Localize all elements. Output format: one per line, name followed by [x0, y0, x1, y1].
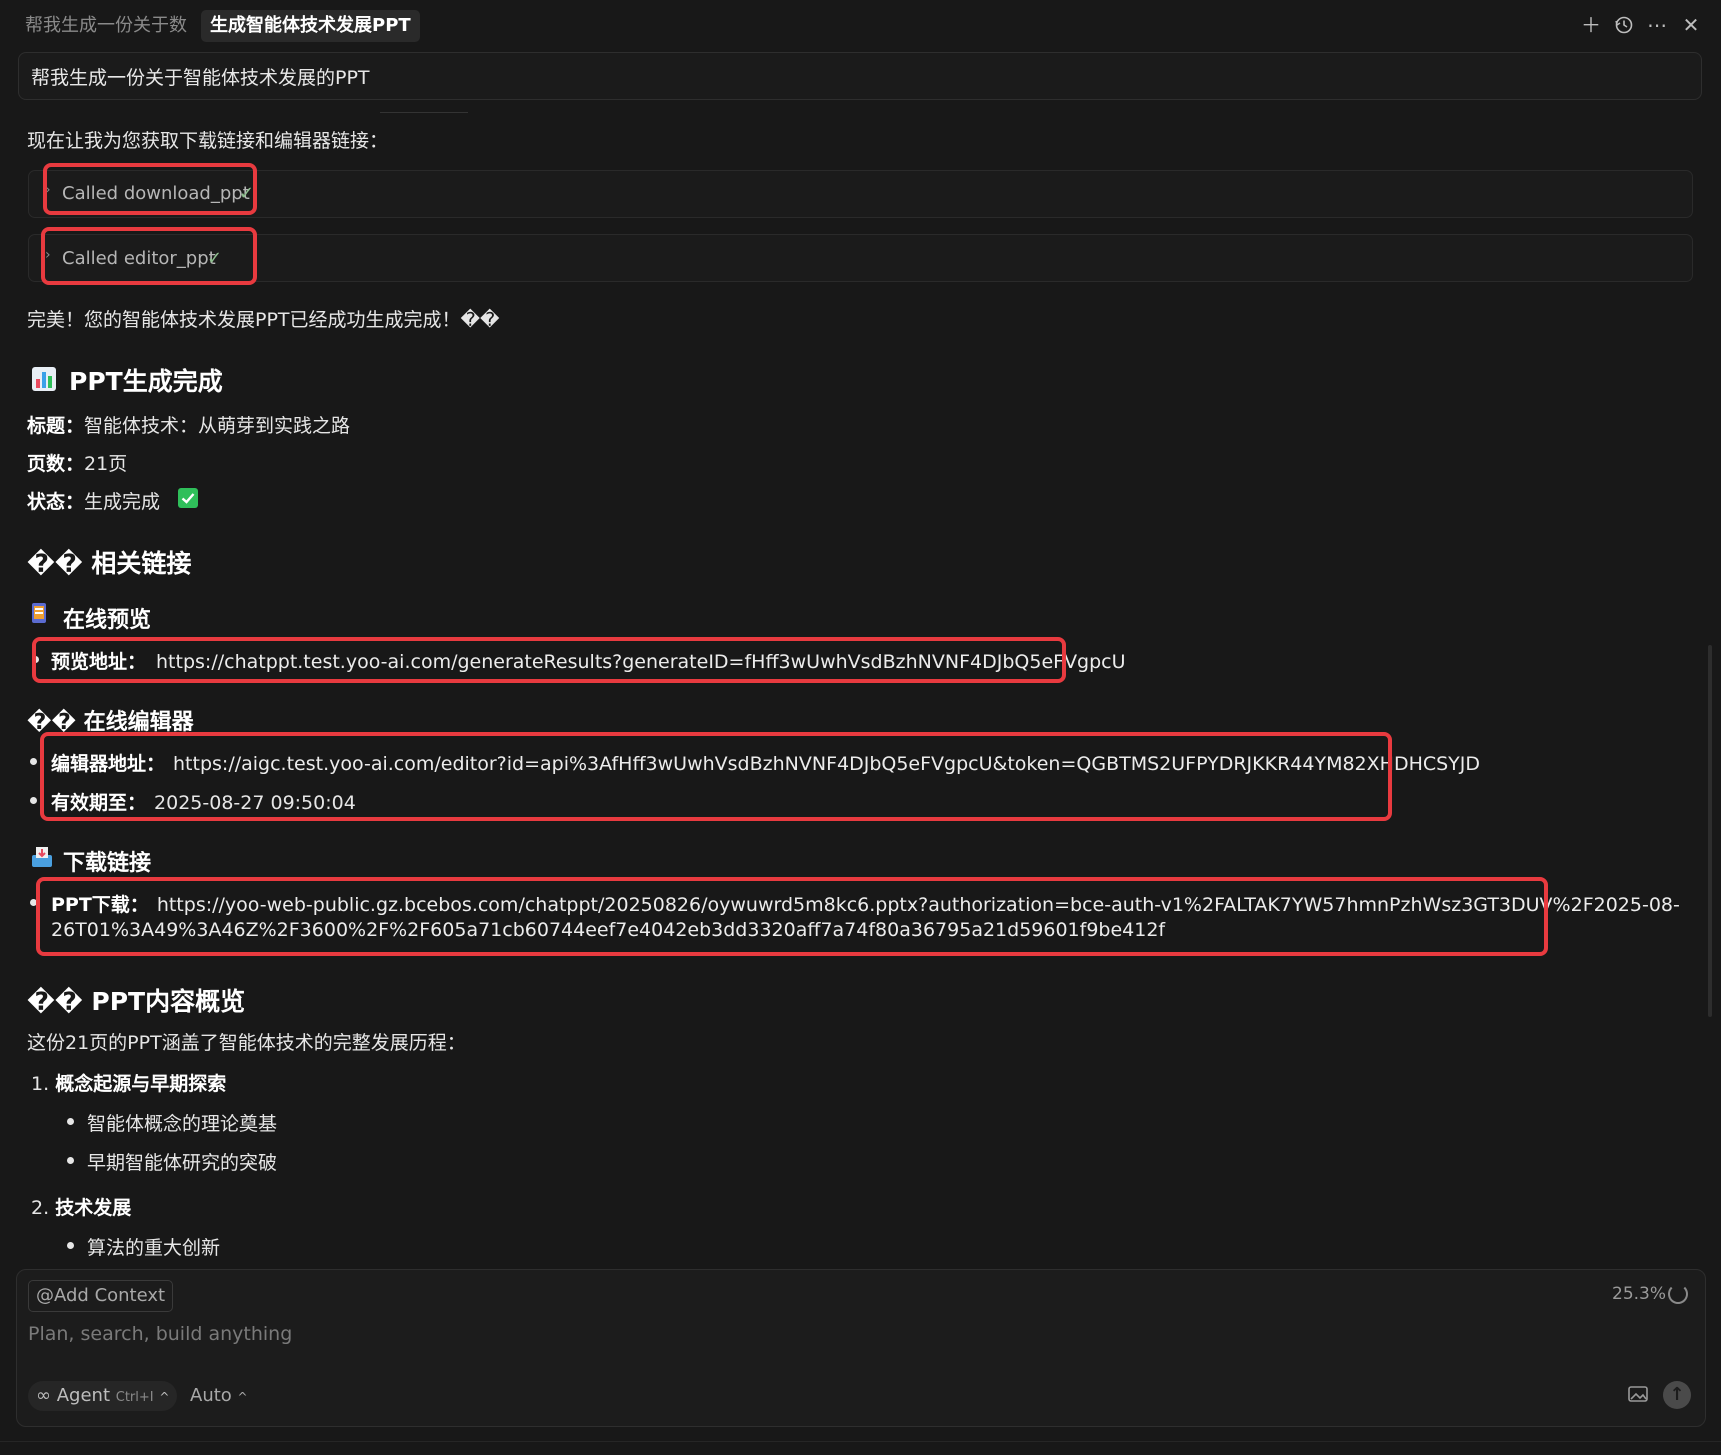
subheading-preview: 在线预览 [63, 608, 152, 633]
user-prompt-text: 帮我生成一份关于智能体技术发展的PPT [31, 67, 370, 89]
close-icon[interactable]: ✕ [1678, 12, 1704, 38]
bar-chart-icon [31, 366, 57, 396]
bullet [67, 1242, 74, 1249]
pages-row: 页数：21页 [27, 449, 127, 476]
highlight-box [36, 877, 1548, 956]
pages-value: 21页 [84, 453, 128, 475]
tool-call-editor[interactable] [28, 234, 1693, 282]
highlight-box [43, 163, 257, 215]
scrollbar[interactable] [1708, 645, 1712, 1017]
done-message: 完美！您的智能体技术发展PPT已经成功生成完成！�� [27, 309, 500, 331]
status-value: 生成完成 [84, 491, 161, 513]
image-icon[interactable] [1628, 1385, 1650, 1407]
tab-previous-chat[interactable]: 帮我生成一份关于数 [16, 10, 204, 42]
send-button[interactable]: ↑ [1663, 1381, 1691, 1409]
item-title: 技术发展 [55, 1197, 132, 1219]
model-select-button[interactable]: Auto ^ [190, 1381, 248, 1411]
chat-input-box[interactable] [16, 1269, 1706, 1427]
highlight-box [40, 732, 1392, 821]
at-icon: @ [36, 1285, 54, 1306]
section-heading-overview: �� PPT内容概览 [27, 987, 246, 1016]
bullet [67, 1157, 74, 1164]
list-item: 智能体概念的理论奠基 [87, 1113, 278, 1135]
divider [0, 1441, 1721, 1442]
item-title: 概念起源与早期探索 [55, 1073, 227, 1095]
chevron-up-icon: ^ [237, 1390, 248, 1404]
inbox-tray-icon [31, 846, 53, 872]
history-icon[interactable] [1611, 12, 1637, 38]
add-context-button[interactable]: @Add Context [28, 1280, 174, 1312]
tool-call-download[interactable] [28, 170, 1693, 218]
title-label: 标题： [27, 415, 85, 437]
overview-item-2: 2. 技术发展 [31, 1193, 131, 1220]
intro-text: 现在让我为您获取下载链接和编辑器链接： [27, 130, 389, 152]
agent-shortcut: Ctrl+I [115, 1390, 154, 1405]
divider [380, 112, 468, 113]
overview-intro: 这份21页的PPT涵盖了智能体技术的完整发展历程： [27, 1032, 466, 1054]
section-heading-links: �� 相关链接 [27, 549, 192, 578]
list-item: 算法的重大创新 [87, 1237, 221, 1259]
highlight-box [41, 227, 257, 285]
status-row: 状态：生成完成 [27, 487, 160, 514]
chevron-up-icon: ^ [159, 1390, 170, 1404]
chat-input-placeholder[interactable]: Plan, search, build anything [28, 1323, 292, 1345]
title-value: 智能体技术：从萌芽到实践之路 [84, 415, 351, 437]
tab-current-chat[interactable]: 生成智能体技术发展PPT [201, 10, 420, 42]
list-item: 早期智能体研究的突破 [87, 1152, 278, 1174]
model-label: Auto [190, 1385, 232, 1406]
bullet [67, 1118, 74, 1125]
usage-ring-icon [1668, 1284, 1688, 1304]
subheading-download: 下载链接 [63, 851, 152, 876]
infinity-icon: ∞ [36, 1385, 51, 1406]
agent-label: Agent [56, 1385, 111, 1406]
add-context-label: Add Context [54, 1285, 166, 1306]
item-number: 2. [31, 1197, 50, 1219]
plus-icon[interactable]: ＋ [1578, 12, 1604, 38]
item-number: 1. [31, 1073, 50, 1095]
more-icon[interactable]: ⋯ [1644, 12, 1670, 38]
title-row: 标题：智能体技术：从萌芽到实践之路 [27, 411, 350, 438]
phone-icon [31, 602, 47, 628]
section-heading-generated: PPT生成完成 [69, 367, 223, 396]
bullet [30, 797, 37, 804]
status-label: 状态： [27, 491, 85, 513]
pages-label: 页数： [27, 453, 85, 475]
context-usage: 25.3% [1612, 1284, 1667, 1304]
overview-item-1: 1. 概念起源与早期探索 [31, 1069, 226, 1096]
bullet [30, 758, 37, 765]
highlight-box [32, 637, 1066, 683]
green-check-icon [178, 488, 198, 512]
agent-mode-button[interactable]: ∞ Agent Ctrl+I ^ [28, 1381, 178, 1411]
